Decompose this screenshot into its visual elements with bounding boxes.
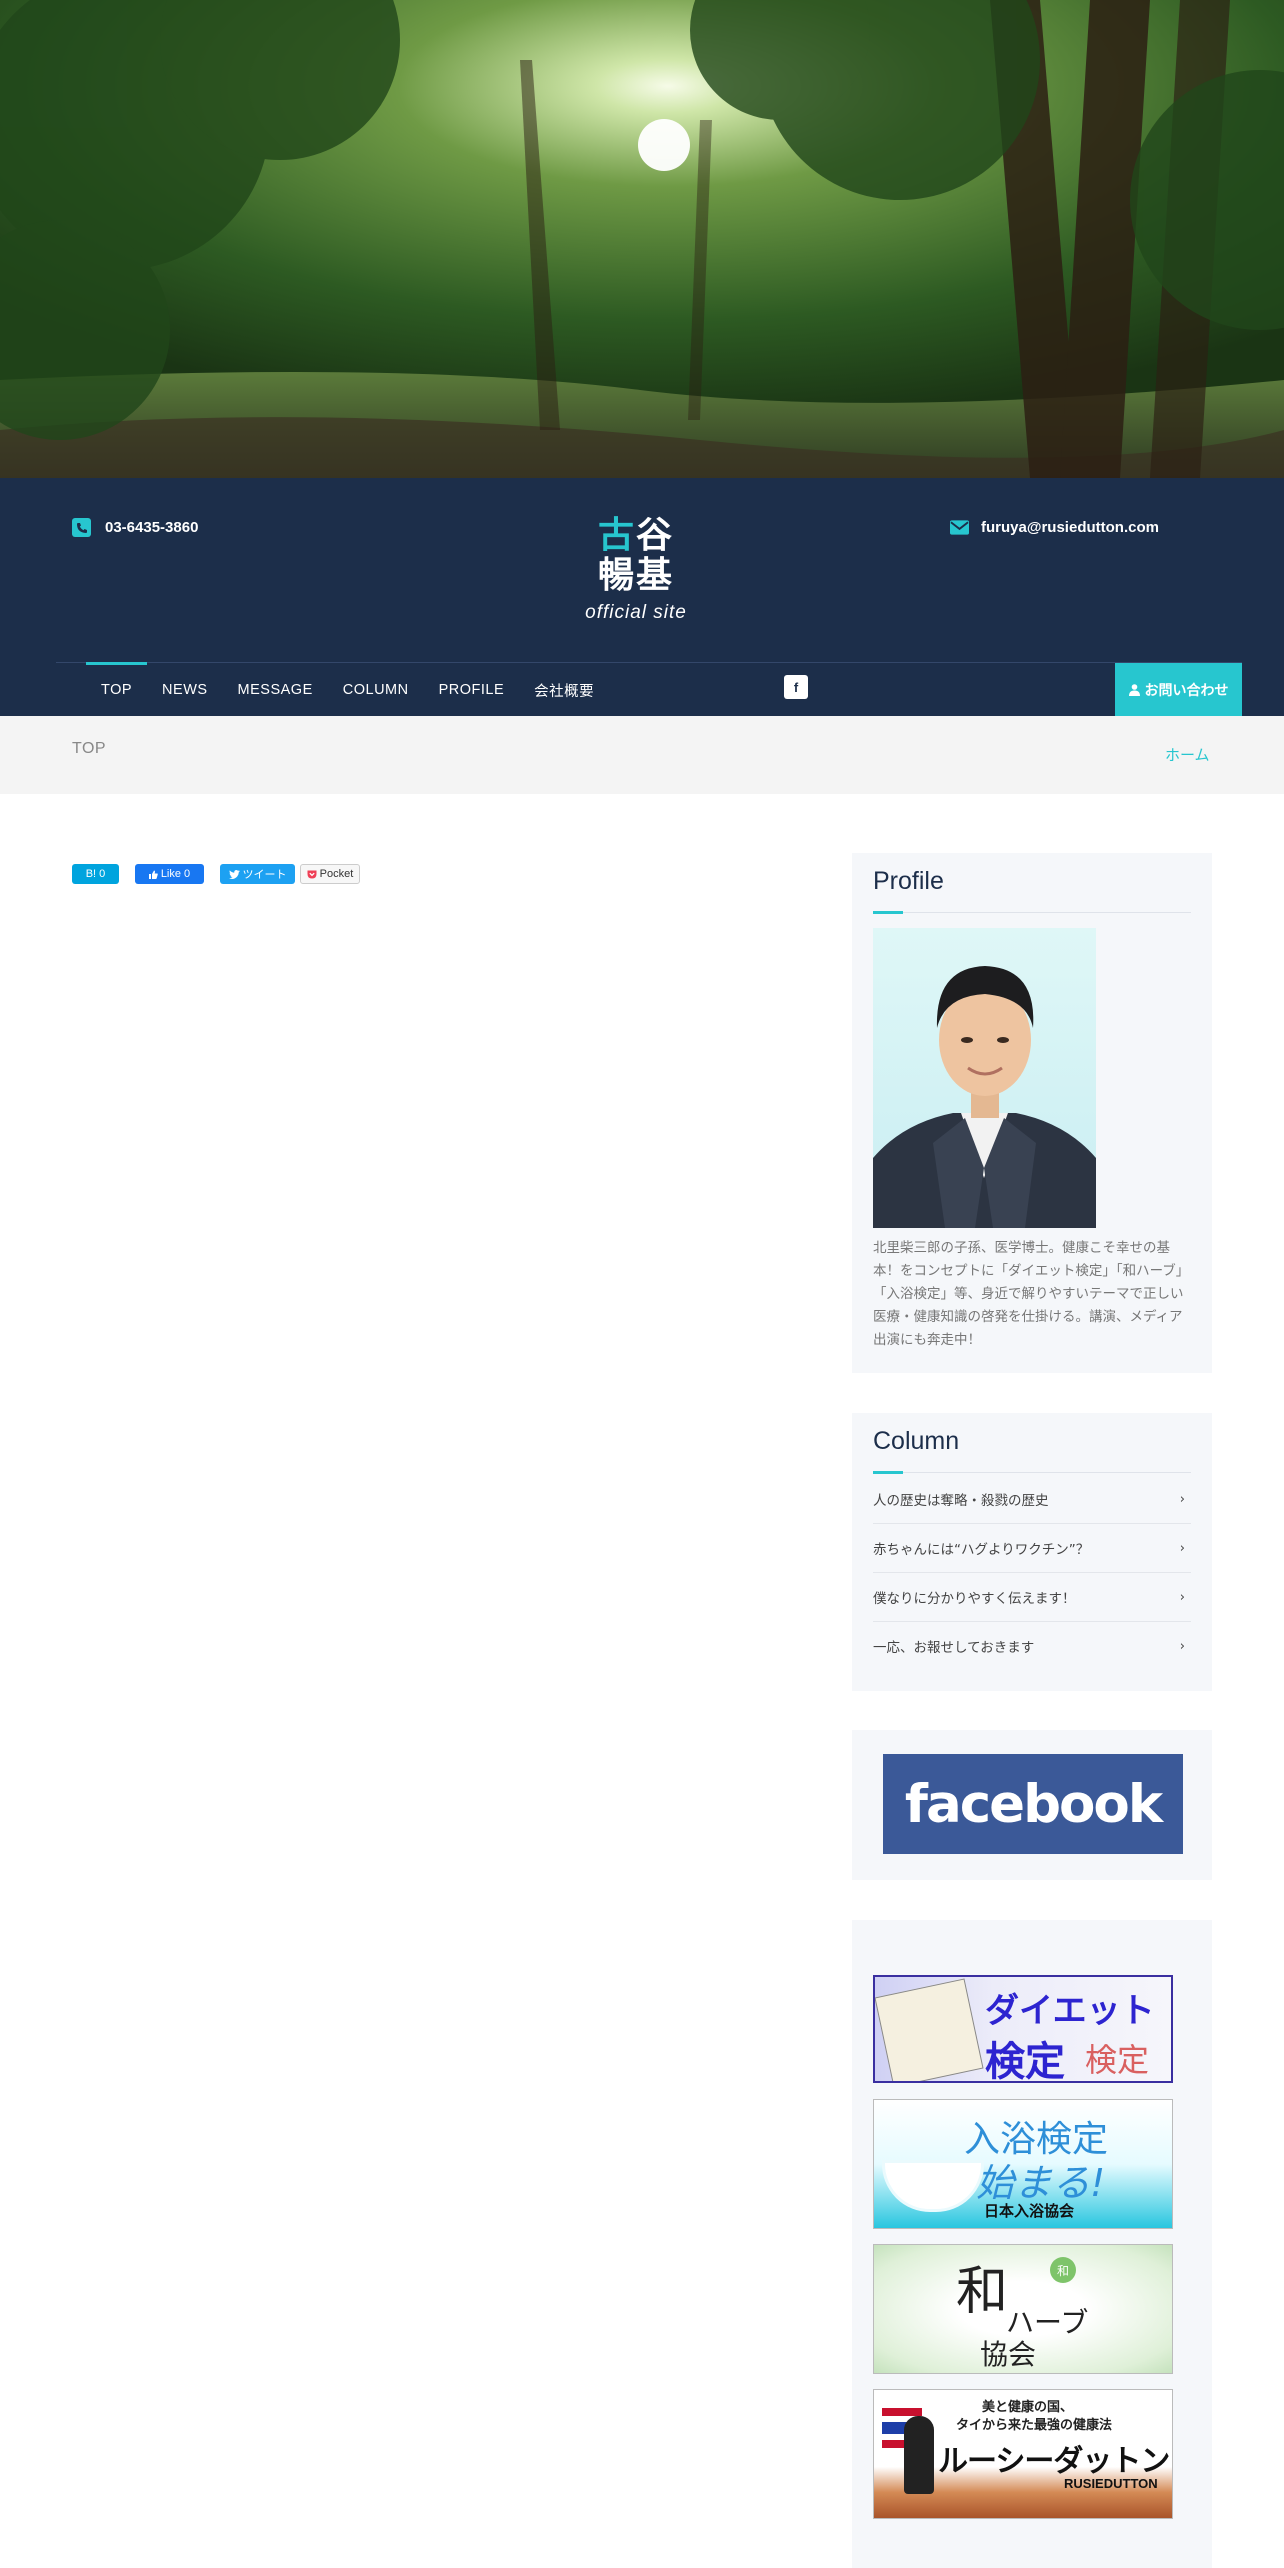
column-title: Column bbox=[873, 1427, 960, 1455]
column-list: 人の歴史は奪略・殺戮の歴史 › 赤ちゃんには“ハグよりワクチン”？ › 僕なりに分か… bbox=[873, 1475, 1191, 1670]
logo-name-line2: 暢基 bbox=[597, 555, 674, 596]
bath-exam-banner[interactable]: 入浴検定 始まる! 日本入浴協会 bbox=[873, 2099, 1173, 2229]
breadcrumb-home-link[interactable]: ホーム bbox=[1165, 744, 1210, 765]
rusie-dutton-banner[interactable]: 美と健康の国、 タイから来た最強の健康法 ルーシーダットン RUSIEDUTTO… bbox=[873, 2389, 1173, 2519]
profile-widget: Profile 北里柴三郎の子孫、医学博士。健康こそ幸せの基本！をコンセプトに「… bbox=[852, 853, 1212, 1373]
banner-widget: ダイエット 検定 検定 入浴検定 始まる! 日本入浴協会 和 ハーブ 協会 和 … bbox=[852, 1920, 1212, 2568]
nav-item-message[interactable]: MESSAGE bbox=[223, 663, 328, 717]
site-header: 03-6435-3860 古谷 暢基 official site furuya@… bbox=[0, 478, 1284, 717]
hatena-bookmark-button[interactable]: B! 0 bbox=[72, 864, 119, 884]
share-buttons: B! 0 Like 0 ツイート Pocket bbox=[72, 864, 360, 884]
logo-subtitle: official site bbox=[585, 602, 687, 623]
pocket-icon bbox=[307, 870, 317, 878]
phone-number: 03-6435-3860 bbox=[105, 519, 199, 536]
facebook-like-button[interactable]: Like 0 bbox=[135, 864, 204, 884]
contact-label: お問い合わせ bbox=[1144, 683, 1229, 699]
herb-association-banner[interactable]: 和 ハーブ 協会 和 bbox=[873, 2244, 1173, 2374]
nav-item-column[interactable]: COLUMN bbox=[328, 663, 424, 717]
contact-button[interactable]: お問い合わせ bbox=[1115, 663, 1242, 717]
profile-photo bbox=[873, 928, 1096, 1228]
email-address: furuya@rusiedutton.com bbox=[981, 519, 1159, 536]
mail-icon bbox=[950, 518, 969, 537]
chevron-right-icon: › bbox=[1179, 1638, 1185, 1654]
nav-item-profile[interactable]: PROFILE bbox=[424, 663, 520, 717]
column-widget: Column 人の歴史は奪略・殺戮の歴史 › 赤ちゃんには“ハグよりワクチン”？ ›… bbox=[852, 1413, 1212, 1691]
hero-forest-image bbox=[0, 0, 1284, 478]
diet-book-image bbox=[875, 1978, 984, 2081]
twitter-bird-icon bbox=[228, 869, 240, 879]
page-title: TOP bbox=[72, 740, 107, 757]
column-item[interactable]: 赤ちゃんには“ハグよりワクチン”？ › bbox=[873, 1524, 1191, 1573]
nav-item-news[interactable]: NEWS bbox=[147, 663, 223, 717]
thumbs-up-icon bbox=[148, 870, 158, 879]
profile-title-rule bbox=[873, 911, 1191, 914]
profile-bio: 北里柴三郎の子孫、医学博士。健康こそ幸せの基本！をコンセプトに「ダイエット検定」… bbox=[873, 1240, 1190, 1348]
breadcrumb: TOP ホーム bbox=[0, 716, 1284, 794]
tweet-button[interactable]: ツイート bbox=[220, 864, 295, 884]
herb-seal-icon: 和 bbox=[1050, 2257, 1076, 2283]
header-email[interactable]: furuya@rusiedutton.com bbox=[950, 518, 1159, 537]
column-title-rule bbox=[873, 1471, 1191, 1474]
main-nav: TOP NEWS MESSAGE COLUMN PROFILE 会社概要 f お… bbox=[56, 662, 1242, 717]
chevron-right-icon: › bbox=[1179, 1589, 1185, 1605]
nav-item-company[interactable]: 会社概要 bbox=[519, 663, 609, 717]
profile-title: Profile bbox=[873, 867, 944, 895]
diet-exam-banner[interactable]: ダイエット 検定 検定 bbox=[873, 1975, 1173, 2083]
facebook-widget: facebook bbox=[852, 1730, 1212, 1880]
bathtub-image bbox=[882, 2160, 984, 2212]
logo-name-line1: 古谷 bbox=[597, 515, 675, 556]
dancer-silhouette bbox=[904, 2416, 934, 2494]
chevron-right-icon: › bbox=[1179, 1540, 1185, 1556]
site-logo[interactable]: 古谷 暢基 official site bbox=[576, 516, 696, 624]
facebook-icon[interactable]: f bbox=[784, 675, 808, 699]
phone-icon bbox=[72, 518, 91, 537]
facebook-banner[interactable]: facebook bbox=[883, 1754, 1183, 1854]
nav-item-top[interactable]: TOP bbox=[86, 662, 148, 717]
chevron-right-icon: › bbox=[1179, 1491, 1185, 1507]
header-phone[interactable]: 03-6435-3860 bbox=[72, 518, 198, 537]
pocket-button[interactable]: Pocket bbox=[300, 864, 360, 884]
column-item[interactable]: 一応、お報せしておきます › bbox=[873, 1622, 1191, 1670]
column-item[interactable]: 人の歴史は奪略・殺戮の歴史 › bbox=[873, 1475, 1191, 1524]
column-item[interactable]: 僕なりに分かりやすく伝えます！ › bbox=[873, 1573, 1191, 1622]
user-icon bbox=[1128, 684, 1140, 696]
